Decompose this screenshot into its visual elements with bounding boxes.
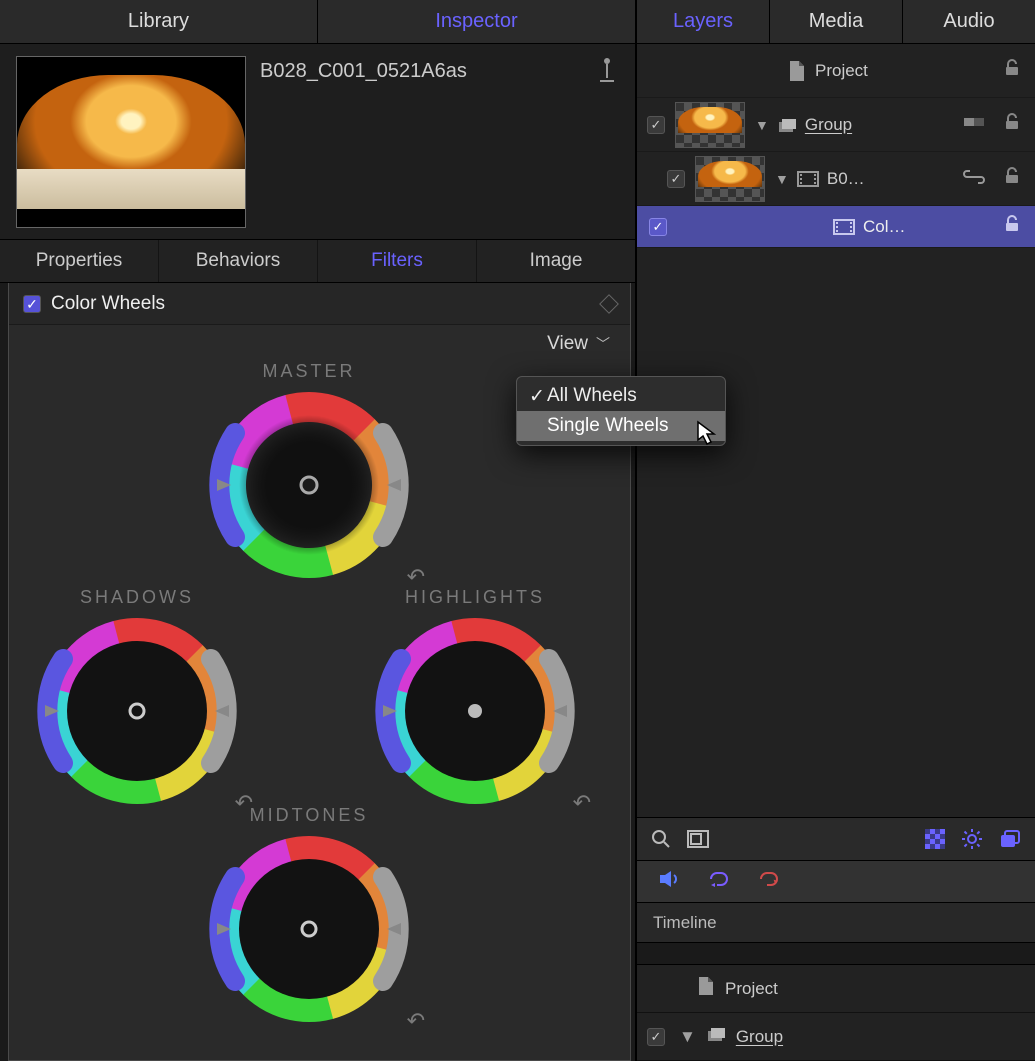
- layer-name: Project: [815, 61, 868, 81]
- menu-item-single-wheels[interactable]: Single Wheels: [517, 411, 725, 441]
- checker-icon[interactable]: [925, 829, 945, 849]
- loop-icon[interactable]: [707, 870, 731, 894]
- menu-item-all-wheels[interactable]: ✓ All Wheels: [517, 381, 725, 411]
- timeline-project[interactable]: Project: [637, 965, 1035, 1013]
- layer-name: Group: [805, 115, 852, 135]
- left-tabs: Library Inspector: [0, 0, 635, 44]
- check-icon: ✓: [527, 385, 547, 408]
- document-icon: [697, 976, 715, 1001]
- tab-library[interactable]: Library: [0, 0, 318, 43]
- layer-project[interactable]: Project: [637, 44, 1035, 98]
- wheel-midtones[interactable]: MIDTONES: [199, 805, 419, 1024]
- timeline-rows: Project ✓ ▼ Group: [637, 965, 1035, 1061]
- tab-media[interactable]: Media: [770, 0, 903, 43]
- wheel-title-highlights: HIGHLIGHTS: [365, 587, 585, 608]
- search-icon[interactable]: [651, 829, 671, 849]
- lock-icon[interactable]: [1003, 215, 1021, 238]
- stack-icon: [777, 116, 797, 134]
- color-wheels-header[interactable]: ✓ Color Wheels: [9, 283, 630, 325]
- disclosure-icon[interactable]: ▼: [775, 171, 789, 187]
- secondary-toolbar: [637, 861, 1035, 903]
- layer-name: B0…: [827, 169, 865, 189]
- menu-item-label: All Wheels: [547, 385, 637, 407]
- tab-audio[interactable]: Audio: [903, 0, 1035, 43]
- right-tabs: Layers Media Audio: [637, 0, 1035, 44]
- wheel-shadows[interactable]: SHADOWS: [27, 587, 247, 806]
- layer-name: Col…: [863, 217, 906, 237]
- clip-header: B028_C001_0521A6as: [0, 44, 635, 239]
- wheel-title-midtones: MIDTONES: [199, 805, 419, 826]
- color-wheels-label: Color Wheels: [51, 293, 165, 315]
- timeline-group[interactable]: ✓ ▼ Group: [637, 1013, 1035, 1061]
- layer-group[interactable]: ✓ ▼ Group: [637, 98, 1035, 152]
- lock-icon[interactable]: [1003, 59, 1021, 82]
- keyframe-icon[interactable]: [599, 294, 619, 314]
- color-wheels-area: MASTER: [9, 355, 630, 1035]
- document-icon: [787, 60, 807, 82]
- view-label: View: [547, 333, 588, 355]
- stack-icon: [706, 1025, 726, 1048]
- disclosure-icon[interactable]: ▼: [755, 117, 769, 133]
- layer-checkbox[interactable]: ✓: [667, 170, 685, 188]
- undo-icon[interactable]: ↶: [407, 1008, 425, 1034]
- layer-thumbnail: [695, 156, 765, 202]
- chevron-down-icon: ﹀: [596, 334, 610, 354]
- layer-clip[interactable]: ✓ ▼ B0…: [637, 152, 1035, 206]
- layer-thumbnail: [675, 102, 745, 148]
- undo-icon[interactable]: ↶: [573, 790, 591, 816]
- lock-icon[interactable]: [1003, 167, 1021, 190]
- inspector-subtabs: Properties Behaviors Filters Image: [0, 239, 635, 283]
- filmstrip-icon: [797, 170, 819, 188]
- passthrough-icon[interactable]: [963, 113, 985, 136]
- wheel-master[interactable]: MASTER: [199, 361, 419, 580]
- speaker-icon[interactable]: [659, 870, 681, 894]
- timeline-row-name: Group: [736, 1027, 783, 1047]
- disclosure-icon[interactable]: ▼: [679, 1027, 696, 1047]
- subtab-filters[interactable]: Filters: [318, 240, 477, 282]
- frame-icon[interactable]: [687, 830, 709, 848]
- color-wheels-checkbox[interactable]: ✓: [23, 295, 41, 313]
- layer-checkbox[interactable]: ✓: [647, 116, 665, 134]
- filmstrip-icon: [833, 218, 855, 236]
- layers-toolbar: [637, 817, 1035, 861]
- subtab-image[interactable]: Image: [477, 240, 635, 282]
- pin-icon[interactable]: [597, 58, 617, 86]
- tab-layers[interactable]: Layers: [637, 0, 770, 43]
- timeline-checkbox[interactable]: ✓: [647, 1028, 665, 1046]
- menu-item-label: Single Wheels: [547, 415, 668, 437]
- record-loop-icon[interactable]: [757, 870, 781, 894]
- clip-name: B028_C001_0521A6as: [246, 56, 467, 83]
- stack-icon[interactable]: [999, 829, 1021, 849]
- wheel-title-master: MASTER: [199, 361, 419, 382]
- clip-thumbnail: [16, 56, 246, 228]
- subtab-behaviors[interactable]: Behaviors: [159, 240, 318, 282]
- timeline-row-name: Project: [725, 979, 778, 999]
- view-menu-button[interactable]: View ﹀: [9, 325, 630, 355]
- layer-filter-colorwheels[interactable]: ✓ Col…: [637, 206, 1035, 248]
- gear-icon[interactable]: [961, 828, 983, 850]
- link-icon[interactable]: [963, 168, 985, 189]
- layer-checkbox[interactable]: ✓: [649, 218, 667, 236]
- view-dropdown-menu: ✓ All Wheels Single Wheels: [516, 376, 726, 446]
- timeline-header: Timeline: [637, 903, 1035, 943]
- subtab-properties[interactable]: Properties: [0, 240, 159, 282]
- wheel-title-shadows: SHADOWS: [27, 587, 247, 608]
- timeline-label: Timeline: [653, 913, 717, 933]
- tab-inspector[interactable]: Inspector: [318, 0, 635, 43]
- lock-icon[interactable]: [1003, 113, 1021, 136]
- wheel-highlights[interactable]: HIGHLIGHTS: [365, 587, 585, 806]
